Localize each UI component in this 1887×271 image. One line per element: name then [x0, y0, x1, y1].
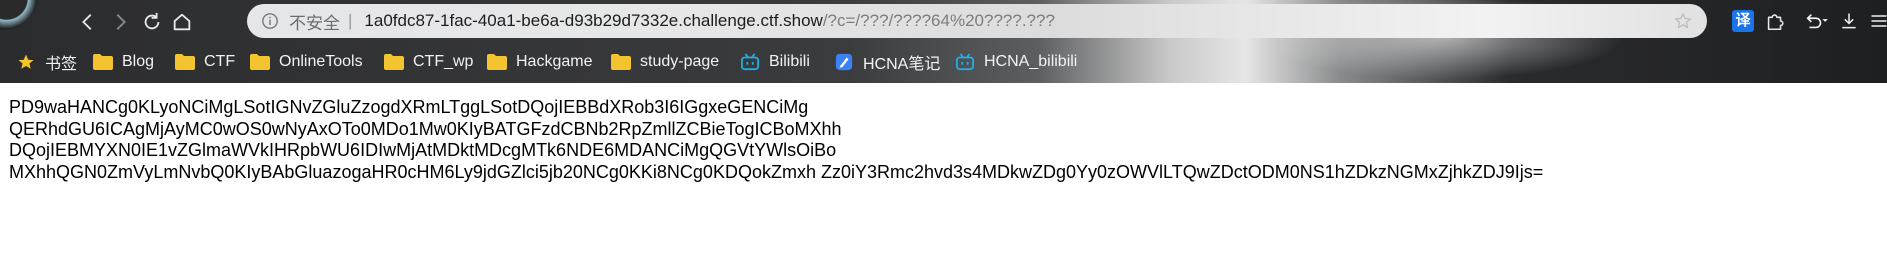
folder-icon: [611, 54, 631, 70]
bookmark-label: Hackgame: [516, 53, 593, 70]
bookmark-label: study-page: [640, 53, 720, 70]
bookmark-item-ctf[interactable]: CTF: [175, 50, 235, 74]
download-icon: [1842, 13, 1856, 29]
folder-icon: [250, 54, 270, 70]
back-icon: [82, 14, 92, 30]
folder-icon: [487, 54, 507, 70]
bookmark-label: HCNA_bilibili: [984, 53, 1078, 70]
home-icon: [173, 13, 191, 31]
output-line: QERhdGU6ICAgMjAyMC0wOS0wNyAxOTo0MDo1Mw0K…: [9, 118, 842, 139]
bookmark-item-hcna-notes[interactable]: HCNA笔记: [834, 50, 940, 74]
bookmark-label: CTF: [204, 53, 236, 70]
bookmark-item-ctf-wp[interactable]: CTF_wp: [384, 50, 473, 74]
reload-button[interactable]: [136, 6, 168, 38]
bookmark-item-bookmarks[interactable]: 书签: [16, 50, 77, 74]
bookmark-item-blog[interactable]: Blog: [93, 50, 154, 74]
output-line: MXhhQGN0ZmVyLmNvbQ0KIyBAbGluazogaHR0cHM6…: [9, 161, 1544, 182]
menu-button[interactable]: [1866, 8, 1887, 34]
page-output-text: PD9waHANCg0KLyoNCiMgLSotIGNvZGluZzogdXRm…: [9, 97, 1879, 183]
app-logo-icon: [0, 0, 38, 30]
menu-icon: [1871, 15, 1887, 27]
extension-icon: [1767, 14, 1784, 31]
bookmark-item-study-page[interactable]: study-page: [611, 50, 719, 74]
download-button[interactable]: [1836, 8, 1862, 34]
address-bar[interactable]: 不安全 | 1a0fdc87-1fac-40a1-be6a-d93b29d733…: [247, 4, 1707, 38]
output-line: DQojIEBMYXN0IE1vZGlmaWVkIHRpbWU6IDIwMjAt…: [9, 140, 837, 160]
bookmark-label: CTF_wp: [413, 53, 474, 70]
bookmark-star-icon[interactable]: [1673, 11, 1693, 31]
back-button[interactable]: [72, 6, 104, 38]
bookmark-item-hcna-bilibili[interactable]: HCNA_bilibili: [955, 50, 1077, 74]
url-path: /?c=/???/????64%20????.???: [822, 11, 1055, 30]
extension-button[interactable]: [1762, 8, 1788, 34]
bookmark-label: OnlineTools: [279, 53, 363, 70]
translate-icon[interactable]: 译: [1732, 10, 1754, 32]
star-icon: [18, 54, 34, 69]
bookmark-label: 书签: [45, 56, 78, 73]
bookmark-label: Bilibili: [769, 53, 810, 70]
forward-button[interactable]: [104, 6, 136, 38]
browser-chrome: 不安全 | 1a0fdc87-1fac-40a1-be6a-d93b29d733…: [0, 0, 1887, 83]
info-icon[interactable]: [261, 12, 279, 30]
note-icon: [835, 53, 853, 71]
url-host: 1a0fdc87-1fac-40a1-be6a-d93b29d7332e.cha…: [364, 11, 823, 30]
folder-icon: [93, 54, 113, 70]
home-button[interactable]: [166, 6, 198, 38]
undo-button[interactable]: [1798, 8, 1832, 34]
folder-icon: [384, 54, 404, 70]
bookmark-label: Blog: [122, 53, 155, 70]
undo-icon: [1806, 13, 1828, 29]
bilibili-icon: [741, 53, 759, 71]
bookmark-item-hackgame[interactable]: Hackgame: [487, 50, 592, 74]
bilibili-icon: [956, 53, 974, 71]
reload-icon: [144, 12, 160, 30]
bookmarks-bar: 书签 Blog CTF OnlineTools CTF_wp Hackgame …: [0, 48, 1887, 76]
folder-icon: [175, 54, 195, 70]
bookmark-item-onlinetools[interactable]: OnlineTools: [250, 50, 363, 74]
bookmark-label: HCNA笔记: [863, 56, 941, 73]
bookmark-item-bilibili[interactable]: Bilibili: [740, 50, 810, 74]
forward-icon: [116, 14, 126, 30]
security-label: 不安全: [289, 13, 340, 33]
output-line: PD9waHANCg0KLyoNCiMgLSotIGNvZGluZzogdXRm…: [9, 97, 809, 117]
address-separator: |: [348, 11, 353, 30]
